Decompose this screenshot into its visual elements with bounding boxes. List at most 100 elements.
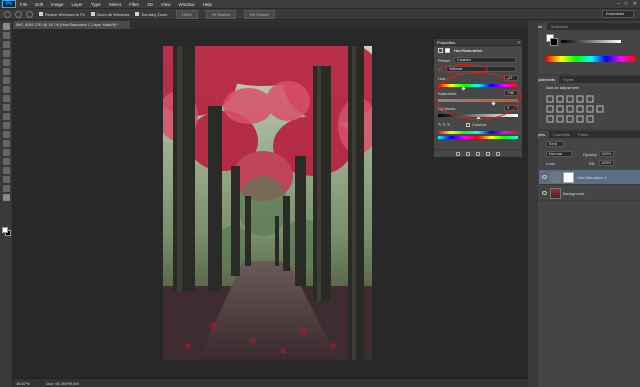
view-previous-icon[interactable] xyxy=(466,151,470,156)
photoshop-logo: Ps xyxy=(2,0,16,8)
menu-3d[interactable]: 3D xyxy=(147,2,153,7)
scrubby-zoom-checkbox[interactable] xyxy=(135,12,140,16)
lasso-tool-icon[interactable] xyxy=(3,41,10,48)
quick-select-tool-icon[interactable] xyxy=(3,50,10,57)
layer-kind-filter[interactable]: Kind xyxy=(546,141,564,147)
crop-tool-icon[interactable] xyxy=(3,59,10,66)
healing-brush-tool-icon[interactable] xyxy=(3,77,10,84)
zoom-tool-active-icon[interactable] xyxy=(3,194,10,201)
hue-saturation-icon xyxy=(438,48,443,53)
zoom-field[interactable]: 16.67% xyxy=(16,381,36,386)
layer-name[interactable]: Hue/Saturation 1 xyxy=(577,175,607,180)
tab-paths[interactable]: Paths xyxy=(574,131,592,138)
resize-windows-checkbox[interactable] xyxy=(39,12,43,16)
zoom-all-label: Zoom All Windows xyxy=(96,11,130,17)
visibility-icon[interactable] xyxy=(486,151,490,156)
menu-image[interactable]: Image xyxy=(51,2,64,7)
menu-file[interactable]: File xyxy=(20,2,27,7)
color-spectrum[interactable] xyxy=(546,56,636,62)
brush-tool-icon[interactable] xyxy=(3,86,10,93)
gradient-tool-icon[interactable] xyxy=(3,122,10,129)
menu-layer[interactable]: Layer xyxy=(72,2,83,7)
options-bar: Resize Windows to Fit Zoom All Windows S… xyxy=(0,9,640,20)
hand-tool-icon[interactable] xyxy=(3,185,10,192)
adjustment-layer-icon xyxy=(550,171,561,183)
menu-select[interactable]: Select xyxy=(109,2,122,7)
marquee-tool-icon[interactable] xyxy=(3,32,10,39)
eyedropper-tool-icon[interactable] xyxy=(3,68,10,75)
path-selection-tool-icon[interactable] xyxy=(3,167,10,174)
menu-view[interactable]: View xyxy=(161,2,171,7)
reset-icon[interactable] xyxy=(476,151,480,156)
close-button[interactable]: ✕ xyxy=(633,1,637,7)
fill-label: Fill: xyxy=(589,161,596,166)
mask-icon[interactable] xyxy=(445,48,450,53)
zoom-tool-icon[interactable] xyxy=(4,10,11,18)
tab-swatches[interactable]: Swatches xyxy=(547,23,572,30)
annotation-ellipse-sliders xyxy=(435,72,521,120)
foreground-color-swatch[interactable] xyxy=(2,227,8,233)
menu-type[interactable]: Type xyxy=(91,2,101,7)
layer-mask-thumbnail[interactable] xyxy=(563,171,574,183)
minimize-button[interactable]: – xyxy=(617,1,620,7)
layer-row-hue-saturation[interactable]: Hue/Saturation 1 xyxy=(539,170,640,185)
properties-header: Properties ≡ xyxy=(434,39,522,46)
color-swatches[interactable] xyxy=(2,227,11,236)
clone-stamp-tool-icon[interactable] xyxy=(3,95,10,102)
color-panel-tabs: Color Swatches xyxy=(529,23,640,30)
pen-tool-icon[interactable] xyxy=(3,149,10,156)
menu-window[interactable]: Window xyxy=(179,2,195,7)
background-thumbnail xyxy=(550,187,561,199)
blend-mode-select[interactable]: Normal xyxy=(546,151,572,157)
menu-help[interactable]: Help xyxy=(203,2,212,7)
eraser-tool-icon[interactable] xyxy=(3,113,10,120)
color-panel xyxy=(529,30,640,74)
panel-menu-icon[interactable]: ≡ xyxy=(518,39,520,45)
document-tab[interactable]: IMG_6081.CR2 @ 16.7% (Hue/Saturation 1, … xyxy=(13,21,131,29)
dodge-tool-icon[interactable] xyxy=(3,140,10,147)
zoom-in-icon[interactable] xyxy=(15,10,22,18)
maximize-button[interactable]: □ xyxy=(625,1,628,7)
fill-field[interactable]: 100% xyxy=(599,160,614,166)
tab-styles[interactable]: Styles xyxy=(559,76,578,83)
document-photo[interactable] xyxy=(163,46,372,360)
clip-to-layer-icon[interactable] xyxy=(456,151,460,156)
100-percent-button[interactable]: 100% xyxy=(175,9,198,19)
fill-screen-button[interactable]: Fill Screen xyxy=(243,9,275,19)
eyedropper-icon[interactable]: ✎ ✎ ✎ xyxy=(438,122,450,127)
layer-row-background[interactable]: Background xyxy=(539,186,640,201)
type-tool-icon[interactable] xyxy=(3,158,10,165)
fit-screen-button[interactable]: Fit Screen xyxy=(205,9,236,19)
adjustment-icons-grid xyxy=(546,95,606,125)
preset-select[interactable]: Custom xyxy=(454,57,516,63)
delete-icon[interactable] xyxy=(496,151,500,156)
history-brush-tool-icon[interactable] xyxy=(3,104,10,111)
colorize-label: Colorize xyxy=(472,122,487,127)
properties-tab[interactable]: Properties xyxy=(437,39,455,45)
color-slider[interactable] xyxy=(561,40,621,43)
workspace-select[interactable]: Essentials xyxy=(602,10,634,18)
zoom-all-checkbox[interactable] xyxy=(90,12,95,16)
blur-tool-icon[interactable] xyxy=(3,131,10,138)
tab-channels[interactable]: Channels xyxy=(549,131,574,138)
layer-name[interactable]: Background xyxy=(563,191,584,196)
layers-panel-tabs: Layers Channels Paths xyxy=(529,131,640,138)
tab-strip xyxy=(131,21,528,29)
menu-edit[interactable]: Edit xyxy=(35,2,43,7)
zoom-out-icon[interactable] xyxy=(26,10,33,18)
colorize-checkbox[interactable] xyxy=(466,123,470,127)
layers-panel: Kind Normal Opacity: 100% Lock: Fill: 10… xyxy=(529,138,640,387)
move-tool-icon[interactable] xyxy=(3,23,10,30)
document-info[interactable]: Doc: 66.3M/99.5M xyxy=(46,381,79,386)
color-bg-swatch[interactable] xyxy=(550,38,558,46)
eye-icon[interactable] xyxy=(542,191,547,195)
lock-label: Lock: xyxy=(546,161,556,166)
resize-windows-label: Resize Windows to Fit xyxy=(45,11,85,17)
opacity-field[interactable]: 100% xyxy=(599,151,614,157)
menu-filter[interactable]: Filter xyxy=(129,2,139,7)
opacity-label: Opacity: xyxy=(583,152,598,157)
eye-icon[interactable] xyxy=(542,175,547,179)
input-color-bar xyxy=(438,131,518,134)
shape-tool-icon[interactable] xyxy=(3,176,10,183)
right-dock: Color Swatches Adjustments Styles Add an… xyxy=(528,21,640,387)
